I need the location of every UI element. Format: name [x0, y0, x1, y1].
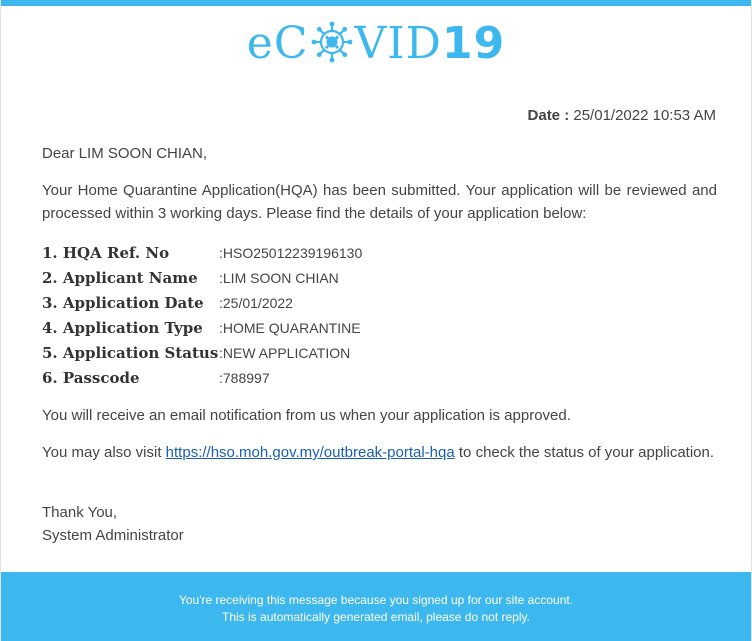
hqa-ref-no: HSO25012239196130 — [222, 244, 363, 261]
detail-value: :788997 — [219, 365, 362, 390]
visit-paragraph: You may also visit https://hso.moh.gov.m… — [42, 441, 717, 464]
ecovid19-logo: eC VID19 — [1, 18, 751, 70]
detail-row-application-type: 4. Application Type :HOME QUARANTINE — [42, 315, 362, 340]
passcode: 788997 — [222, 369, 270, 386]
detail-label: 1. HQA Ref. No — [42, 243, 170, 262]
detail-row-application-date: 3. Application Date :25/01/2022 — [42, 290, 362, 315]
detail-row-ref-no: 1. HQA Ref. No :HSO25012239196130 — [42, 240, 362, 265]
detail-value: :NEW APPLICATION — [219, 340, 362, 365]
detail-row-application-status: 5. Application Status :NEW APPLICATION — [42, 340, 362, 365]
email-footer: You're receiving this message because yo… — [1, 572, 751, 641]
intro-paragraph: Your Home Quarantine Application(HQA) ha… — [42, 182, 717, 222]
approval-notice: You will receive an email notification f… — [42, 407, 571, 424]
email-date: Date : 25/01/2022 10:53 AM — [528, 107, 716, 124]
detail-value: :HOME QUARANTINE — [219, 315, 362, 340]
detail-label: 5. Application Status — [42, 343, 219, 362]
visit-text-after: to check the status of your application. — [454, 444, 715, 461]
application-status: NEW APPLICATION — [222, 344, 351, 361]
greeting: Dear LIM SOON CHIAN, — [42, 145, 208, 162]
detail-label: 2. Applicant Name — [42, 268, 198, 287]
application-type: HOME QUARANTINE — [222, 319, 361, 336]
detail-value: :LIM SOON CHIAN — [219, 265, 362, 290]
detail-value: :HSO25012239196130 — [219, 240, 362, 265]
logo-prefix: eC — [246, 18, 309, 69]
detail-value: :25/01/2022 — [219, 290, 362, 315]
thanks-line: Thank You, — [42, 504, 118, 521]
date-label: Date : — [527, 107, 570, 124]
detail-label: 3. Application Date — [42, 293, 204, 312]
detail-row-passcode: 6. Passcode :788997 — [42, 365, 362, 390]
detail-label: 6. Passcode — [42, 368, 140, 387]
detail-row-applicant-name: 2. Applicant Name :LIM SOON CHIAN — [42, 265, 362, 290]
date-value: 25/01/2022 10:53 AM — [573, 107, 716, 124]
signoff: Thank You, System Administrator — [42, 501, 717, 547]
application-details-table: 1. HQA Ref. No :HSO25012239196130 2. App… — [42, 240, 362, 390]
application-date: 25/01/2022 — [222, 294, 293, 311]
logo-suffix: VID — [354, 18, 442, 69]
logo-number: 19 — [441, 18, 506, 69]
applicant-name: LIM SOON CHIAN — [222, 269, 339, 286]
footer-line-2: This is automatically generated email, p… — [222, 610, 530, 624]
footer-line-1: You're receiving this message because yo… — [178, 593, 574, 607]
email-message: eC VID19 Date: 25/01/2022 10:53 AM Dear… — [0, 0, 752, 641]
virus-icon — [311, 21, 352, 63]
visit-text-before: You may also visit — [42, 444, 166, 461]
status-portal-link[interactable]: https://hso.moh.gov.my/outbreak-portal-h… — [166, 444, 455, 461]
top-accent-bar — [1, 0, 751, 6]
detail-label: 4. Application Type — [42, 318, 203, 337]
sender-line: System Administrator — [42, 527, 184, 544]
